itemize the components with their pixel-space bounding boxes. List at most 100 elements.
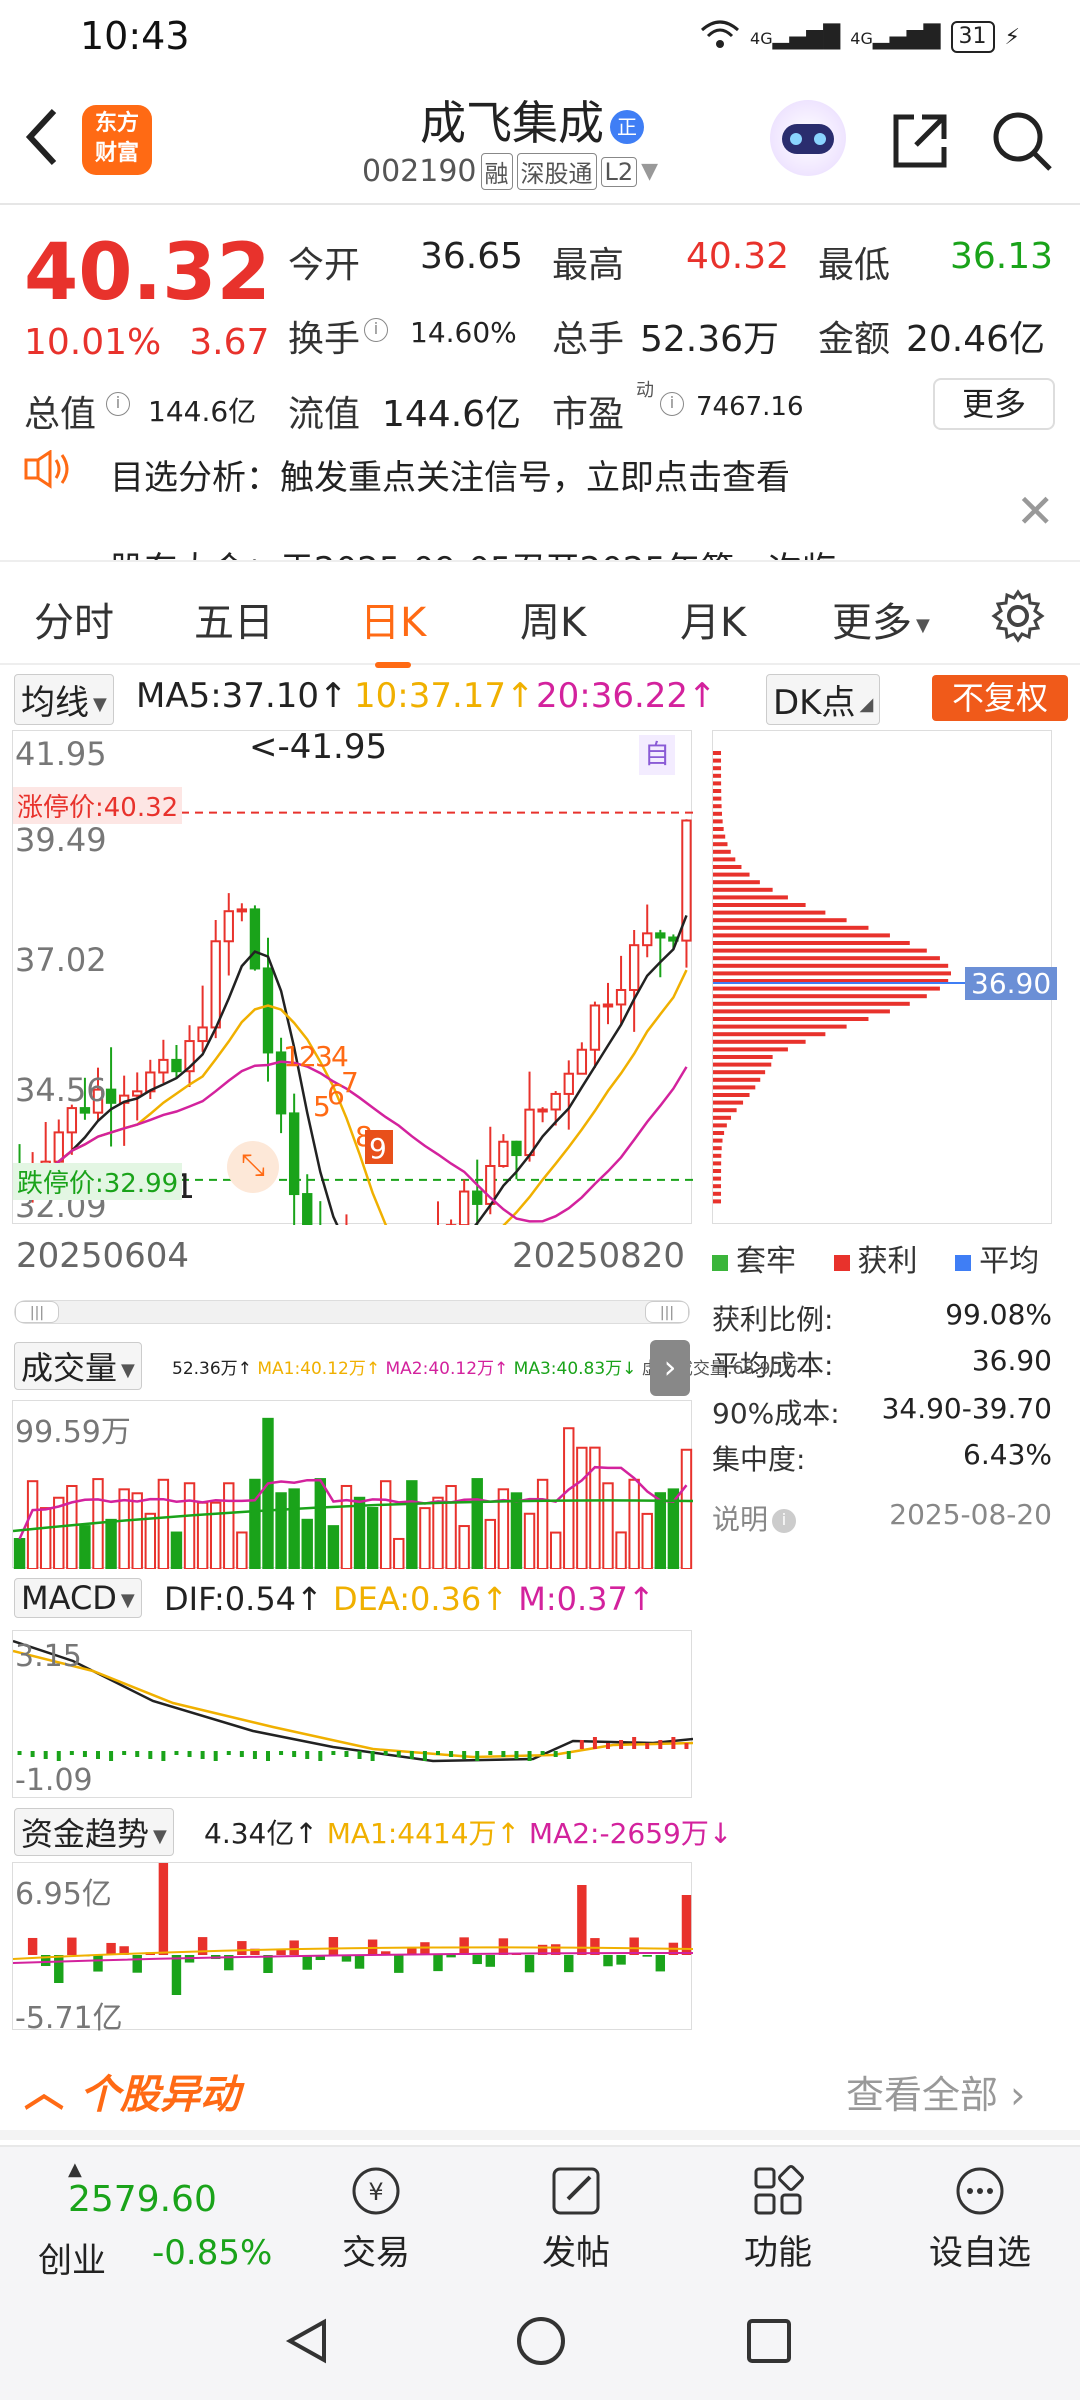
volume-chart[interactable]: 99.59万: [12, 1400, 694, 1571]
info-icon[interactable]: i: [660, 392, 684, 416]
abs-change: 3.67: [189, 322, 270, 363]
candle-body: [171, 1058, 182, 1073]
close-icon[interactable]: ✕: [1016, 484, 1055, 538]
chip-bar: [713, 910, 826, 915]
macd-bar: [553, 1751, 558, 1757]
chip-note[interactable]: 说明 i 2025-08-20: [712, 1498, 1052, 1538]
search-button[interactable]: [990, 109, 1054, 177]
period-tabs: 分时 五日 日K 周K 月K 更多 ▼: [0, 560, 1080, 668]
macd-bar: [292, 1751, 297, 1757]
nav-add-watchlist[interactable]: 设自选: [880, 2163, 1080, 2274]
fund-bar: [302, 1955, 312, 1970]
candle-body: [563, 1072, 574, 1095]
tab-weekly-k[interactable]: 周K: [520, 590, 586, 648]
macd-bar: [422, 1751, 427, 1761]
volume-bar: [654, 1492, 667, 1570]
battery-icon: 31: [950, 21, 995, 53]
float-value: 144.6亿: [382, 394, 522, 435]
view-all-link[interactable]: 查看全部 ›: [846, 2064, 1025, 2119]
expand-icon[interactable]: ⤡: [227, 1141, 279, 1193]
macd-bar: [69, 1751, 74, 1755]
chip-bar: [713, 1055, 773, 1059]
stock-subtitle[interactable]: 002190 融 深股通 L2 ▼: [362, 153, 658, 190]
more-quote-button[interactable]: 更多: [933, 378, 1055, 430]
tab-more[interactable]: 更多 ▼: [832, 590, 930, 648]
fund-bar: [577, 1885, 587, 1955]
volume-select[interactable]: 成交量 ▼: [14, 1342, 142, 1390]
macd-bar: [279, 1751, 284, 1755]
kline-y-3: 37.02: [15, 941, 107, 979]
macd-bar: [187, 1751, 192, 1757]
dropdown-icon: ▼: [916, 614, 930, 636]
movement-section[interactable]: ︿ 个股异动 查看全部 ›: [0, 2040, 1080, 2140]
nav-trade[interactable]: ¥ 交易: [276, 2163, 476, 2274]
nav-functions[interactable]: 功能: [678, 2163, 878, 2274]
macd-bar: [96, 1751, 100, 1759]
chip-bar: [713, 1062, 772, 1067]
candle-body: [132, 1090, 143, 1097]
nav-post[interactable]: 发帖: [476, 2163, 676, 2274]
macd-select[interactable]: MACD ▼: [14, 1578, 142, 1618]
dk-select[interactable]: DK点 ◢: [766, 674, 881, 725]
chip-bar: [713, 1093, 750, 1097]
float-label: 流值: [288, 394, 361, 435]
candle-body: [223, 910, 234, 943]
fund-bar: [67, 1937, 77, 1955]
tab-intraday[interactable]: 分时: [34, 590, 114, 648]
chart-scrollbar[interactable]: ||| |||: [14, 1300, 690, 1324]
volume-y-top: 99.59万: [15, 1415, 131, 1450]
tab-daily-k[interactable]: 日K: [360, 590, 426, 668]
assistant-avatar[interactable]: [770, 100, 846, 176]
share-button[interactable]: [888, 109, 952, 177]
no-adjust-button[interactable]: 不复权: [932, 675, 1068, 721]
chip-chart[interactable]: 36.90: [712, 730, 1058, 1224]
volume-bar: [262, 1417, 274, 1570]
fund-select[interactable]: 资金趋势 ▼: [14, 1808, 174, 1856]
fund-bar: [603, 1955, 613, 1967]
volume-bar: [249, 1478, 261, 1570]
home-nav-icon[interactable]: [514, 2314, 568, 2368]
pe-value: 7467.16: [696, 392, 804, 422]
dropdown-icon: ▼: [120, 1589, 135, 1611]
tab-5day[interactable]: 五日: [194, 590, 274, 648]
volume-bar: [236, 1531, 248, 1571]
back-button[interactable]: [22, 105, 62, 178]
recents-nav-icon[interactable]: [744, 2316, 794, 2366]
fund-chart[interactable]: 6.95亿 -5.71亿: [12, 1855, 694, 2036]
app-logo[interactable]: 东方 财富: [82, 105, 152, 175]
volume-bar: [432, 1496, 444, 1570]
settings-button[interactable]: [990, 588, 1046, 648]
volume-legend: 52.36万↑ MA1:40.12万↑ MA2:40.12万↑ MA3:40.8…: [172, 1359, 799, 1379]
ma10-value: 10:37.17↑: [354, 676, 535, 716]
price-change: 10.01% 3.67: [24, 322, 297, 363]
ma-bar: 均线 ▼ MA5:37.10↑ 10:37.17↑ 20:36.22↑ DK点 ◢: [0, 672, 1080, 725]
chip-bar: [713, 842, 728, 847]
info-icon[interactable]: i: [106, 392, 130, 416]
scroll-handle-left[interactable]: |||: [15, 1301, 59, 1323]
volume-bar: [523, 1512, 536, 1570]
macd-svg: [12, 1639, 694, 1763]
macd-bar: [436, 1751, 440, 1755]
info-icon[interactable]: i: [364, 318, 388, 342]
fund-legend: 4.34亿↑ MA1:4414万↑ MA2:-2659万↓: [204, 1817, 733, 1850]
notice-banner[interactable]: 目选分析：触发重点关注信号，立即点击查看 股东大会：于2025-09-05召开2…: [0, 450, 1080, 560]
macd-bar: [449, 1751, 454, 1757]
signal-icon: 4G▂▄▆█: [750, 24, 841, 50]
indicator-select[interactable]: 均线 ▼: [14, 674, 114, 725]
kline-y-4: 34.56: [15, 1071, 107, 1109]
auto-label[interactable]: 自: [639, 735, 675, 775]
scroll-handle-right[interactable]: |||: [645, 1301, 689, 1323]
tab-monthly-k[interactable]: 月K: [680, 590, 746, 648]
candle-body: [66, 1107, 78, 1134]
candle-body: [158, 1058, 169, 1074]
macd-bar: [501, 1751, 506, 1757]
wifi-icon: [700, 18, 740, 56]
chevron-right-icon[interactable]: ›: [650, 1340, 690, 1396]
volume-bar: [170, 1531, 183, 1570]
open-value: 36.65: [420, 236, 524, 277]
macd-chart[interactable]: 3.15 -1.09: [12, 1630, 694, 1798]
volume-bar: [602, 1482, 614, 1570]
macd-bar: [148, 1751, 153, 1759]
kline-chart[interactable]: 123456789 41.95 39.49 37.02 34.56 32.09 …: [12, 727, 693, 1332]
back-nav-icon[interactable]: [282, 2316, 332, 2366]
